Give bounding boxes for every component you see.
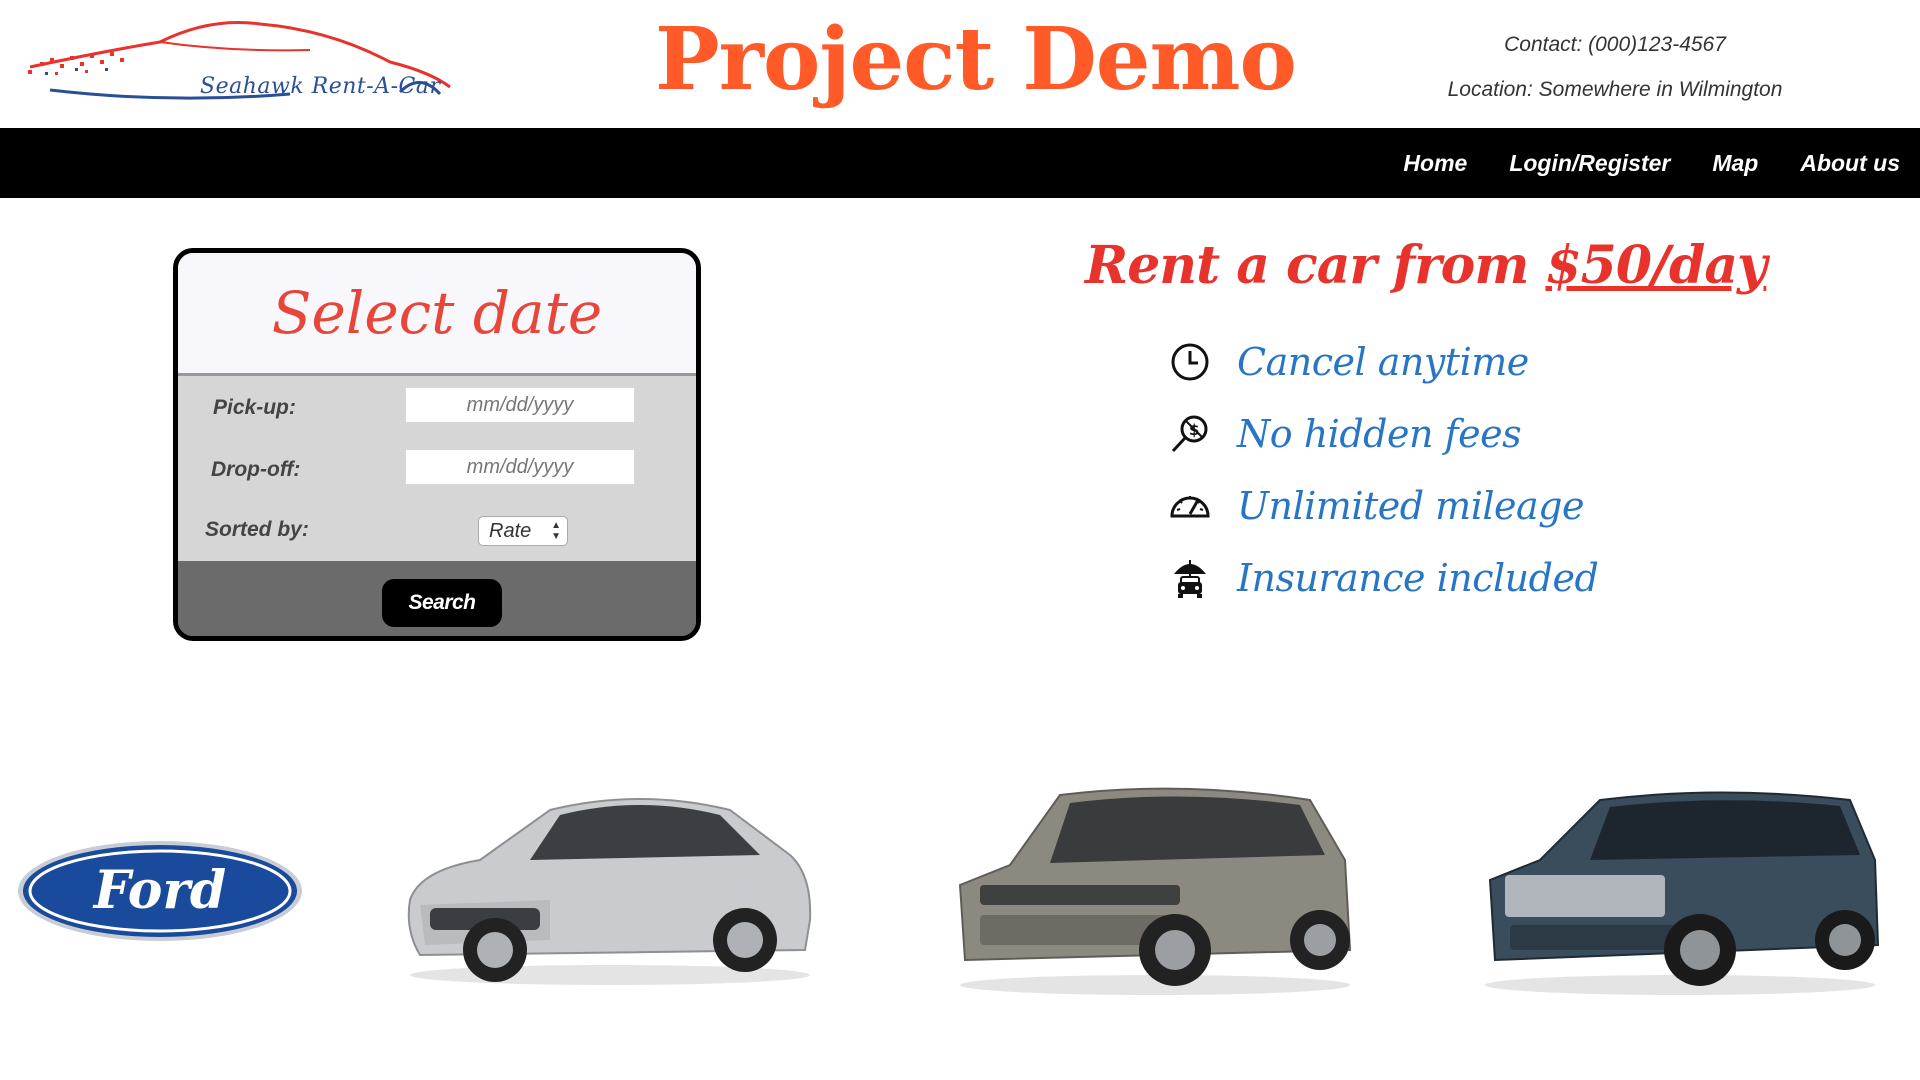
panel-header: Select date bbox=[178, 253, 696, 376]
pickup-date-input[interactable] bbox=[406, 388, 634, 422]
feature-text: Insurance included bbox=[1237, 556, 1599, 600]
feature-no-hidden-fees: $ No hidden fees bbox=[1165, 406, 1522, 462]
select-arrows-icon: ▲ ▼ bbox=[551, 520, 561, 542]
promo-price: $50/day bbox=[1545, 235, 1767, 296]
site-header: Seahawk Rent-A-Car Project Demo Contact:… bbox=[0, 0, 1920, 128]
ford-logo: Ford bbox=[15, 838, 305, 944]
feature-insurance-included: Insurance included bbox=[1165, 550, 1599, 606]
feature-text: Unlimited mileage bbox=[1237, 484, 1584, 528]
logo-text: Seahawk Rent-A-Car bbox=[200, 74, 441, 99]
panel-form: Pick-up: Drop-off: Sorted by: Rate ▲▼ bbox=[178, 376, 696, 561]
promo-headline-text: Rent a car from bbox=[1085, 235, 1546, 296]
search-button[interactable]: Search bbox=[382, 579, 502, 627]
sort-select[interactable]: Rate ▲ ▼ bbox=[478, 516, 568, 546]
speedometer-icon bbox=[1165, 481, 1215, 531]
car-image-grey-suv bbox=[950, 775, 1360, 1000]
main-navbar: Home Login/Register Map About us bbox=[0, 128, 1920, 198]
feature-unlimited-mileage: Unlimited mileage bbox=[1165, 478, 1584, 534]
panel-title: Select date bbox=[271, 279, 603, 347]
sort-select-value: Rate bbox=[489, 520, 532, 542]
dropoff-label: Drop-off: bbox=[211, 458, 301, 481]
feature-text: Cancel anytime bbox=[1237, 340, 1529, 384]
panel-footer: Search bbox=[178, 561, 696, 636]
pickup-label: Pick-up: bbox=[213, 396, 296, 419]
clock-icon bbox=[1165, 337, 1215, 387]
car-image-silver-sedan bbox=[400, 780, 820, 990]
contact-info: Contact: (000)123-4567 Location: Somewhe… bbox=[1380, 22, 1850, 112]
promo-headline: Rent a car from $50/day bbox=[1085, 235, 1767, 296]
feature-cancel-anytime: Cancel anytime bbox=[1165, 334, 1529, 390]
no-fees-icon: $ bbox=[1165, 409, 1215, 459]
contact-phone: Contact: (000)123-4567 bbox=[1504, 33, 1726, 56]
feature-text: No hidden fees bbox=[1237, 412, 1522, 456]
sort-label: Sorted by: bbox=[205, 518, 309, 541]
nav-map[interactable]: Map bbox=[1712, 150, 1758, 177]
dropoff-date-input[interactable] bbox=[406, 450, 634, 484]
nav-about-us[interactable]: About us bbox=[1800, 150, 1900, 177]
nav-login-register[interactable]: Login/Register bbox=[1509, 150, 1670, 177]
contact-location: Location: Somewhere in Wilmington bbox=[1447, 78, 1783, 101]
car-image-blue-suv bbox=[1480, 780, 1885, 1000]
seahawk-logo[interactable]: Seahawk Rent-A-Car bbox=[10, 12, 460, 112]
ford-logo-text: Ford bbox=[92, 860, 227, 921]
nav-home[interactable]: Home bbox=[1403, 150, 1467, 177]
car-insurance-icon bbox=[1165, 553, 1215, 603]
page-title: Project Demo bbox=[655, 9, 1297, 110]
nav-menu: Home Login/Register Map About us bbox=[1403, 128, 1900, 198]
date-search-panel: Select date Pick-up: Drop-off: Sorted by… bbox=[173, 248, 701, 641]
